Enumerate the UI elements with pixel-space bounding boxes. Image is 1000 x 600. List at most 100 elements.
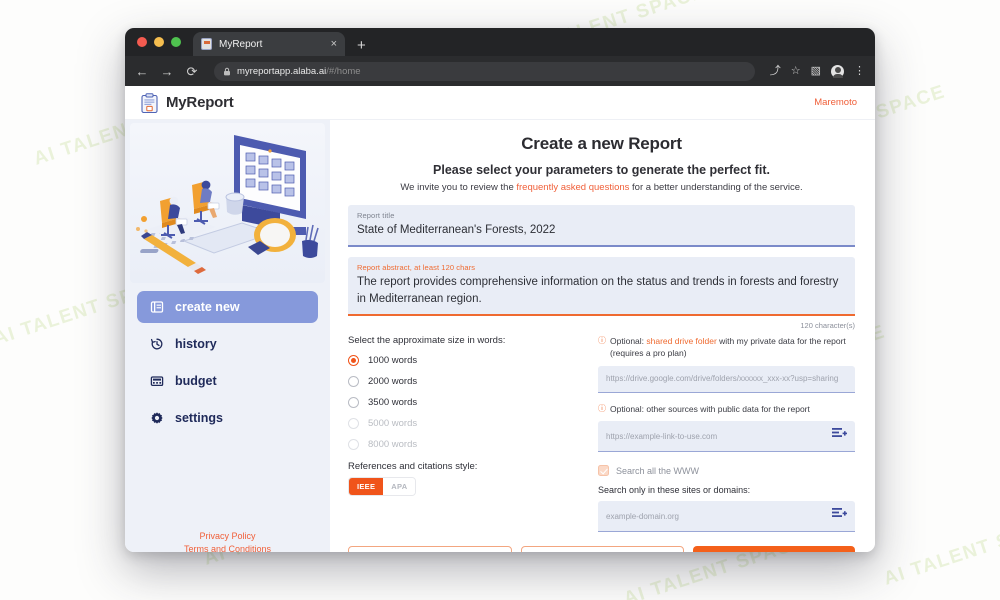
faq-link[interactable]: frequently asked questions [516,182,629,193]
clear-form-button[interactable]: Clear form [348,546,512,552]
sidebar-item-settings[interactable]: settings [137,402,318,434]
citation-section-label: References and citations style: [348,460,478,472]
shared-drive-folder-link[interactable]: shared drive folder [646,336,716,346]
size-option-5000: 5000 words [348,413,576,434]
page-title: Create a new Report [521,134,682,153]
window-traffic-lights [137,37,181,47]
book-icon [149,300,164,315]
profile-avatar-icon[interactable] [831,64,844,78]
report-title-label: Report title [357,211,395,220]
screenshot-root: AI TALENT SPACE AI TALENT SPACE AI TALEN… [0,0,1000,600]
radio-indicator [348,375,359,387]
lock-icon [224,67,230,75]
domains-input[interactable]: example-domain.org [598,501,855,532]
toolbar-icons: ⤴ ☆ ▧ ⋮ [770,64,865,78]
citation-style-ieee[interactable]: IEEE [349,477,384,495]
minimize-window-button[interactable] [154,37,164,47]
citation-style-toggle: IEEE APA [348,476,417,496]
hero-illustration [130,123,325,283]
launch-button[interactable]: Let's launch it! [693,546,856,552]
report-abstract-field[interactable]: Report abstract, at least 120 chars The … [348,257,855,316]
size-option-1000[interactable]: 1000 words [348,350,576,371]
address-bar[interactable]: myreportapp.alaba.ai/#/home [214,61,755,81]
url-text: myreportapp.alaba.ai/#/home [237,66,361,77]
radio-indicator [348,396,359,408]
size-option-3500[interactable]: 3500 words [348,392,576,413]
sidebar-item-history[interactable]: history [137,328,318,360]
report-abstract-label: Report abstract, at least 120 chars [357,263,476,273]
user-name[interactable]: Maremoto [814,97,857,108]
gear-icon [149,411,164,426]
options-columns: Select the approximate size in words: 10… [348,335,855,532]
faq-hint-prefix: We invite you to review the [400,182,517,193]
report-abstract-value: The report provides comprehensive inform… [357,276,839,305]
calculator-icon [149,374,164,389]
size-option-label: 2000 words [368,375,418,387]
close-window-button[interactable] [137,37,147,47]
clock-history-icon [149,337,164,352]
checkbox-indicator [598,465,609,476]
drive-folder-note-text: Optional: shared drive folder with my pr… [610,335,855,360]
share-icon[interactable]: ⤴ [770,65,781,77]
sidebar-nav: create new history budget settings [125,291,330,434]
privacy-policy-link[interactable]: Privacy Policy [135,530,320,543]
side-panel-icon[interactable]: ▧ [811,65,821,77]
sidebar: create new history budget settings Priva… [125,120,330,552]
size-option-label: 8000 words [368,438,418,450]
brand-logo[interactable]: MyReport [141,92,234,113]
clipboard-icon [141,92,158,113]
domains-section-label: Search only in these sites or domains: [598,485,751,495]
drive-folder-input[interactable]: https://drive.google.com/drive/folders/x… [598,365,855,393]
isometric-workspace-illustration [136,135,319,274]
back-icon[interactable]: ← [135,65,149,78]
close-tab-icon[interactable]: × [331,38,337,50]
browser-window: MyReport × + ← → ⟳ myreportapp.alaba.ai/… [125,28,875,552]
browser-toolbar: ← → ⟳ myreportapp.alaba.ai/#/home ⤴ ☆ ▧ … [125,56,875,86]
form-actions: Clear form Save draft Let's launch it! [348,546,856,552]
reload-icon[interactable]: ⟳ [185,65,199,78]
sidebar-item-create-new[interactable]: create new [137,291,318,323]
url-domain: myreportapp.alaba.ai [237,65,327,77]
sidebar-item-label: budget [175,374,217,388]
info-circle-icon: ⓘ [598,335,606,345]
browser-tab[interactable]: MyReport × [193,32,345,56]
sidebar-item-label: history [175,337,217,351]
tab-favicon [201,38,212,50]
main-content: Create a new Report Please select your p… [330,120,875,552]
size-option-2000[interactable]: 2000 words [348,371,576,392]
save-draft-button[interactable]: Save draft [520,546,685,552]
report-title-value: State of Mediterranean's Forests, 2022 [357,224,556,236]
other-sources-note: ⓘ Optional: other sources with public da… [598,403,855,415]
search-all-www-checkbox[interactable]: Search all the WWW [598,465,855,476]
bookmark-icon[interactable]: ☆ [791,65,801,77]
forward-icon[interactable]: → [160,65,174,78]
info-circle-icon: ⓘ [598,403,606,413]
other-sources-note-text: Optional: other sources with public data… [610,403,810,414]
radio-indicator [348,417,359,429]
browser-tab-strip: MyReport × + [125,28,875,56]
add-domain-icon[interactable] [832,507,847,525]
drive-folder-note: ⓘ Optional: shared drive folder with my … [598,335,855,360]
citation-style-apa[interactable]: APA [383,477,416,495]
browser-menu-icon[interactable]: ⋮ [854,65,865,77]
tab-title: MyReport [219,38,263,50]
other-sources-input[interactable]: https://example-link-to-use.com [598,421,855,452]
new-tab-icon[interactable]: + [357,38,366,53]
page-subtitle: Please select your parameters to generat… [433,163,770,177]
add-source-icon[interactable] [832,427,847,445]
sidebar-item-label: create new [175,300,240,314]
app-header: MyReport Maremoto [125,86,875,120]
abstract-char-count: 120 character(s) [800,320,855,330]
drive-note-prefix: Optional: [610,335,647,346]
report-title-field[interactable]: Report title State of Mediterranean's Fo… [348,205,855,248]
maximize-window-button[interactable] [171,37,181,47]
radio-indicator [348,354,359,366]
size-section-label: Select the approximate size in words: [348,334,506,346]
drive-folder-placeholder: https://drive.google.com/drive/folders/x… [606,374,839,384]
sidebar-item-budget[interactable]: budget [137,365,318,397]
terms-conditions-link[interactable]: Terms and Conditions [135,543,320,552]
size-option-8000: 8000 words [348,434,576,455]
other-sources-placeholder: https://example-link-to-use.com [606,431,718,441]
sidebar-item-label: settings [175,411,223,425]
sources-column: ⓘ Optional: shared drive folder with my … [598,335,855,532]
